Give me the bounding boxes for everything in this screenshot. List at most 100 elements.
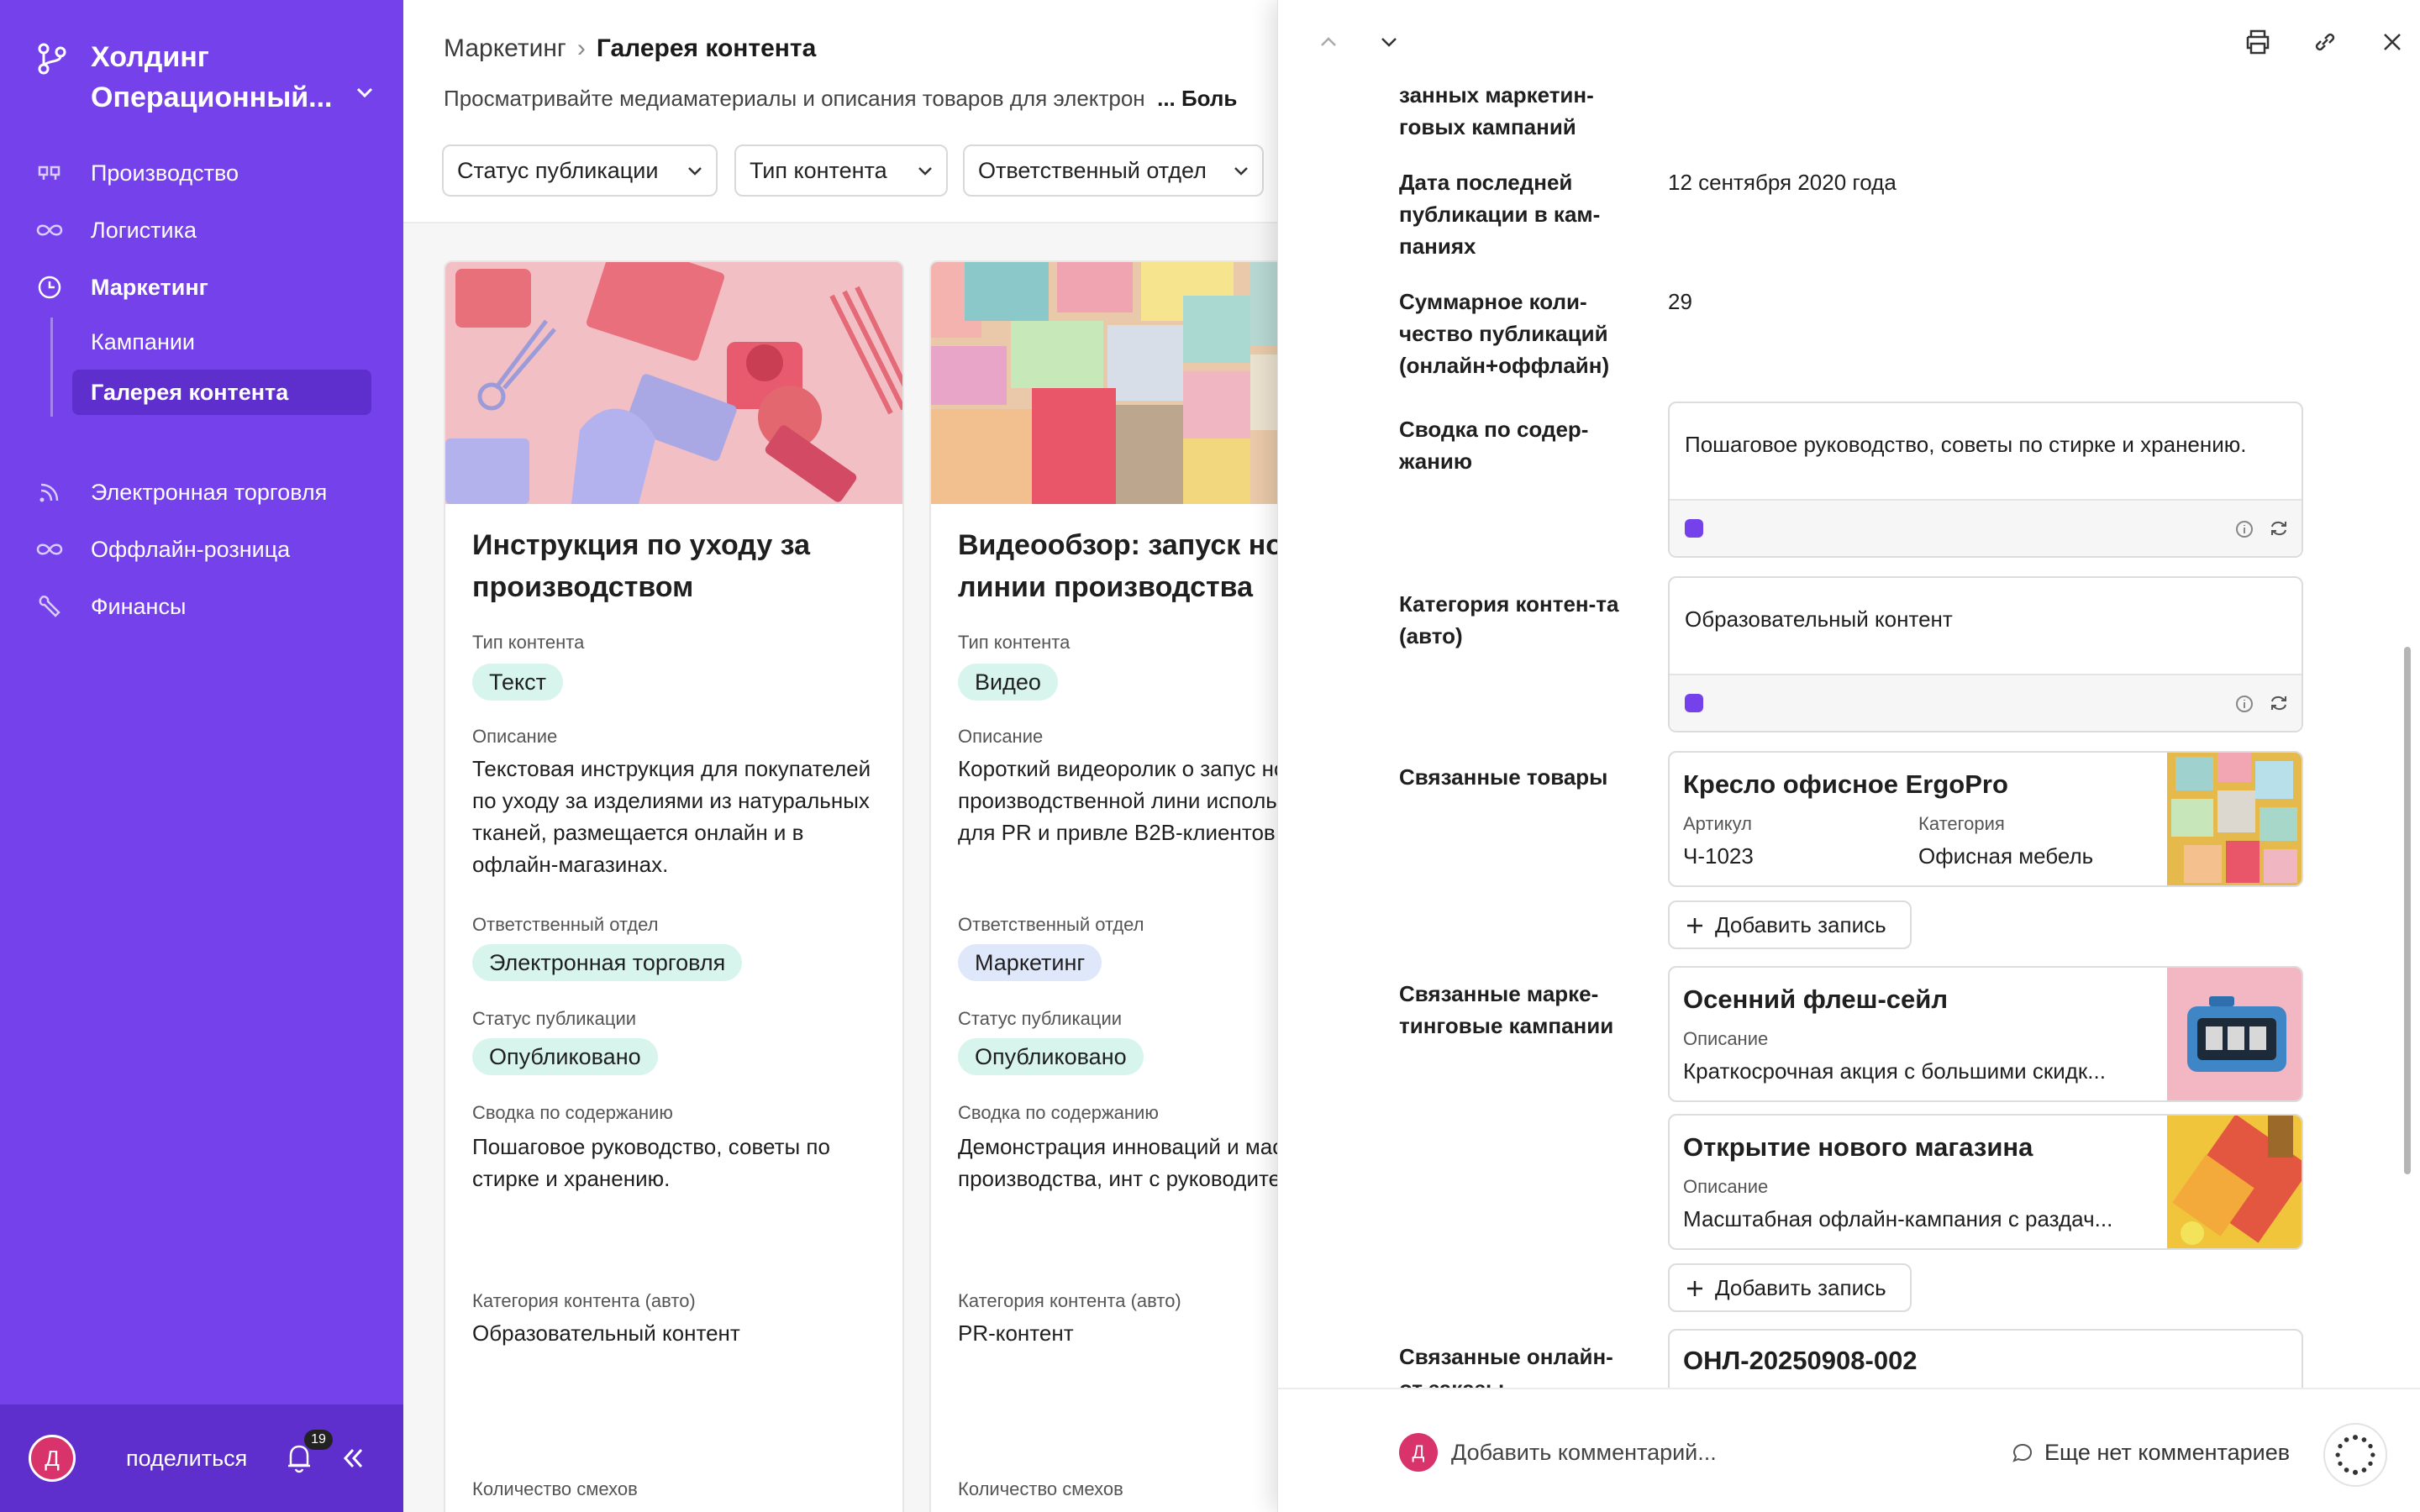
status-pill: Опубликовано — [472, 1038, 658, 1075]
print-icon[interactable] — [2241, 25, 2275, 59]
category-value: Образовательный контент — [1685, 606, 1953, 632]
sidebar-item-logistics[interactable]: Логистика — [0, 208, 403, 252]
scrollbar[interactable] — [2404, 647, 2411, 1174]
field-label-related-campaigns: Связанные марке-тинговые кампании — [1399, 981, 1614, 1038]
record-detail-panel: занных маркетин- говых кампаний Дата пос… — [1277, 0, 2420, 1512]
content-type-pill: Видео — [958, 664, 1058, 701]
field-label-category: Категория контен-та (авто) — [1399, 591, 1619, 648]
field-label-partial: занных маркетин- говых кампаний — [1399, 82, 1594, 139]
refresh-icon[interactable] — [2268, 517, 2290, 539]
related-campaign-card[interactable]: Открытие нового магазина Описание Масшта… — [1668, 1114, 2303, 1250]
chevron-down-icon — [918, 167, 932, 176]
sidebar-item-ecommerce[interactable]: Электронная торговля — [0, 470, 403, 514]
no-comments-text: Еще нет комментариев — [2044, 1440, 2291, 1465]
card-image — [445, 262, 902, 504]
record-field-value: Масштабная офлайн-кампания с раздач... — [1683, 1206, 2113, 1231]
sidebar-footer: Д поделиться 19 — [0, 1404, 403, 1512]
sidebar-item-label: Оффлайн-розница — [91, 537, 291, 562]
wrench-icon — [39, 595, 60, 617]
content-type-pill: Текст — [472, 664, 563, 701]
sidebar-item-production[interactable]: Производство — [0, 151, 403, 195]
chevron-down-icon — [1234, 167, 1248, 176]
comments-bar: Д Добавить комментарий... Еще нет коммен… — [1278, 1388, 2420, 1512]
field-label-summary: Сводка по содер-жанию — [1399, 417, 1589, 474]
info-icon[interactable] — [2234, 694, 2254, 714]
sidebar-item-label: Маркетинг — [91, 275, 208, 300]
page-title: Галерея контента — [596, 34, 817, 62]
field-value-total-publications: 29 — [1668, 289, 1692, 314]
sidebar-item-finance[interactable]: Финансы — [0, 585, 403, 628]
related-campaign-card[interactable]: Осенний флеш-сейл Описание Краткосрочная… — [1668, 966, 2303, 1102]
filter-label: Ответственный отдел — [978, 158, 1207, 183]
ai-field-toolbar — [1670, 674, 2302, 731]
card-category: PR-контент — [958, 1320, 1074, 1346]
chevron-down-icon — [356, 87, 373, 98]
clock-icon — [38, 276, 61, 299]
add-comment-input[interactable]: Добавить комментарий... — [1451, 1435, 1717, 1470]
chevron-right-icon: › — [576, 34, 586, 62]
sidebar-item-marketing[interactable]: Маркетинг — [0, 265, 403, 309]
chevron-up-icon[interactable] — [1312, 25, 1345, 59]
record-thumbnail — [2167, 753, 2302, 885]
notification-badge: 19 — [304, 1430, 333, 1450]
status-pill: Опубликовано — [958, 1038, 1144, 1075]
infinity-icon — [36, 224, 63, 236]
field-label: Категория контента (авто) — [958, 1290, 1181, 1311]
add-product-record-button[interactable]: Добавить запись — [1668, 900, 1912, 949]
record-title: Осенний флеш-сейл — [1683, 984, 1949, 1014]
description-more-link[interactable]: ... Боль — [1157, 86, 1237, 111]
content-card[interactable]: Инструкция по уходу за производством Тип… — [444, 260, 904, 1512]
field-label-total-publications: Суммарное коли-чество публикаций (онлайн… — [1399, 289, 1610, 378]
description-text: Просматривайте медиаматериалы и описания… — [444, 86, 1145, 111]
field-label: Статус публикации — [958, 1008, 1123, 1029]
comment-icon — [2012, 1443, 2033, 1462]
page-description: Просматривайте медиаматериалы и описания… — [444, 86, 1237, 112]
summary-value: Пошаговое руководство, советы по стирке … — [1685, 432, 2247, 457]
field-value-last-publication: 12 сентября 2020 года — [1668, 170, 1897, 195]
avatar[interactable]: Д — [29, 1435, 76, 1482]
record-field-label: Описание — [1683, 1028, 1769, 1049]
card-summary: Пошаговое руководство, советы по стирке … — [472, 1134, 830, 1191]
sidebar-item-label: Производство — [91, 160, 239, 186]
chevron-down-icon — [688, 167, 702, 176]
link-icon[interactable] — [2308, 25, 2342, 59]
add-record-label: Добавить запись — [1715, 912, 1886, 937]
department-pill: Маркетинг — [958, 944, 1102, 981]
card-description: Короткий видеоролик о запус новой произв… — [958, 756, 1277, 845]
filter-content-type[interactable]: Тип контента — [734, 144, 948, 197]
record-field-label: Артикул — [1683, 813, 1753, 834]
info-icon[interactable] — [2234, 519, 2254, 539]
summary-ai-field[interactable]: Пошаговое руководство, советы по стирке … — [1668, 402, 2303, 558]
filter-department[interactable]: Ответственный отдел — [963, 144, 1264, 197]
loading-spinner-icon[interactable] — [2323, 1423, 2387, 1487]
share-button[interactable]: поделиться — [126, 1440, 247, 1477]
card-description: Текстовая инструкция для покупателей по … — [472, 756, 871, 877]
filter-publication-status[interactable]: Статус публикации — [442, 144, 718, 197]
field-label: Описание — [958, 726, 1044, 747]
record-field-label: Категория — [1918, 813, 2005, 834]
category-ai-field[interactable]: Образовательный контент — [1668, 576, 2303, 732]
breadcrumb-parent[interactable]: Маркетинг — [444, 34, 566, 62]
collapse-sidebar-icon[interactable] — [338, 1443, 368, 1473]
field-label: Сводка по содержанию — [472, 1102, 673, 1123]
field-label: Статус публикации — [472, 1008, 637, 1029]
sidebar-item-offline-retail[interactable]: Оффлайн-розница — [0, 528, 403, 571]
card-summary: Демонстрация инноваций и масштабов произ… — [958, 1134, 1277, 1191]
workspace-name: Холдинг Операционный... — [91, 41, 333, 113]
department-pill: Электронная торговля — [472, 944, 743, 981]
close-icon[interactable] — [2375, 25, 2409, 59]
chevron-down-icon[interactable] — [1372, 25, 1406, 59]
breadcrumb: Маркетинг › Галерея контента — [444, 30, 816, 67]
add-campaign-record-button[interactable]: Добавить запись — [1668, 1263, 1912, 1312]
sidebar-subitem-content-gallery[interactable]: Галерея контента — [72, 370, 371, 415]
ai-icon — [1685, 694, 1703, 712]
sidebar-subitem-campaigns[interactable]: Кампании — [72, 319, 371, 365]
ai-field-toolbar — [1670, 499, 2302, 556]
rss-icon — [39, 483, 59, 502]
record-field-label: Описание — [1683, 1176, 1769, 1197]
related-product-card[interactable]: Кресло офисное ErgoPro Артикул Ч-1023 Ка… — [1668, 751, 2303, 887]
ai-icon — [1685, 519, 1703, 538]
content-card[interactable]: Видеообзор: запуск но линии производства… — [929, 260, 1277, 1512]
card-category: Образовательный контент — [472, 1320, 740, 1346]
refresh-icon[interactable] — [2268, 692, 2290, 714]
